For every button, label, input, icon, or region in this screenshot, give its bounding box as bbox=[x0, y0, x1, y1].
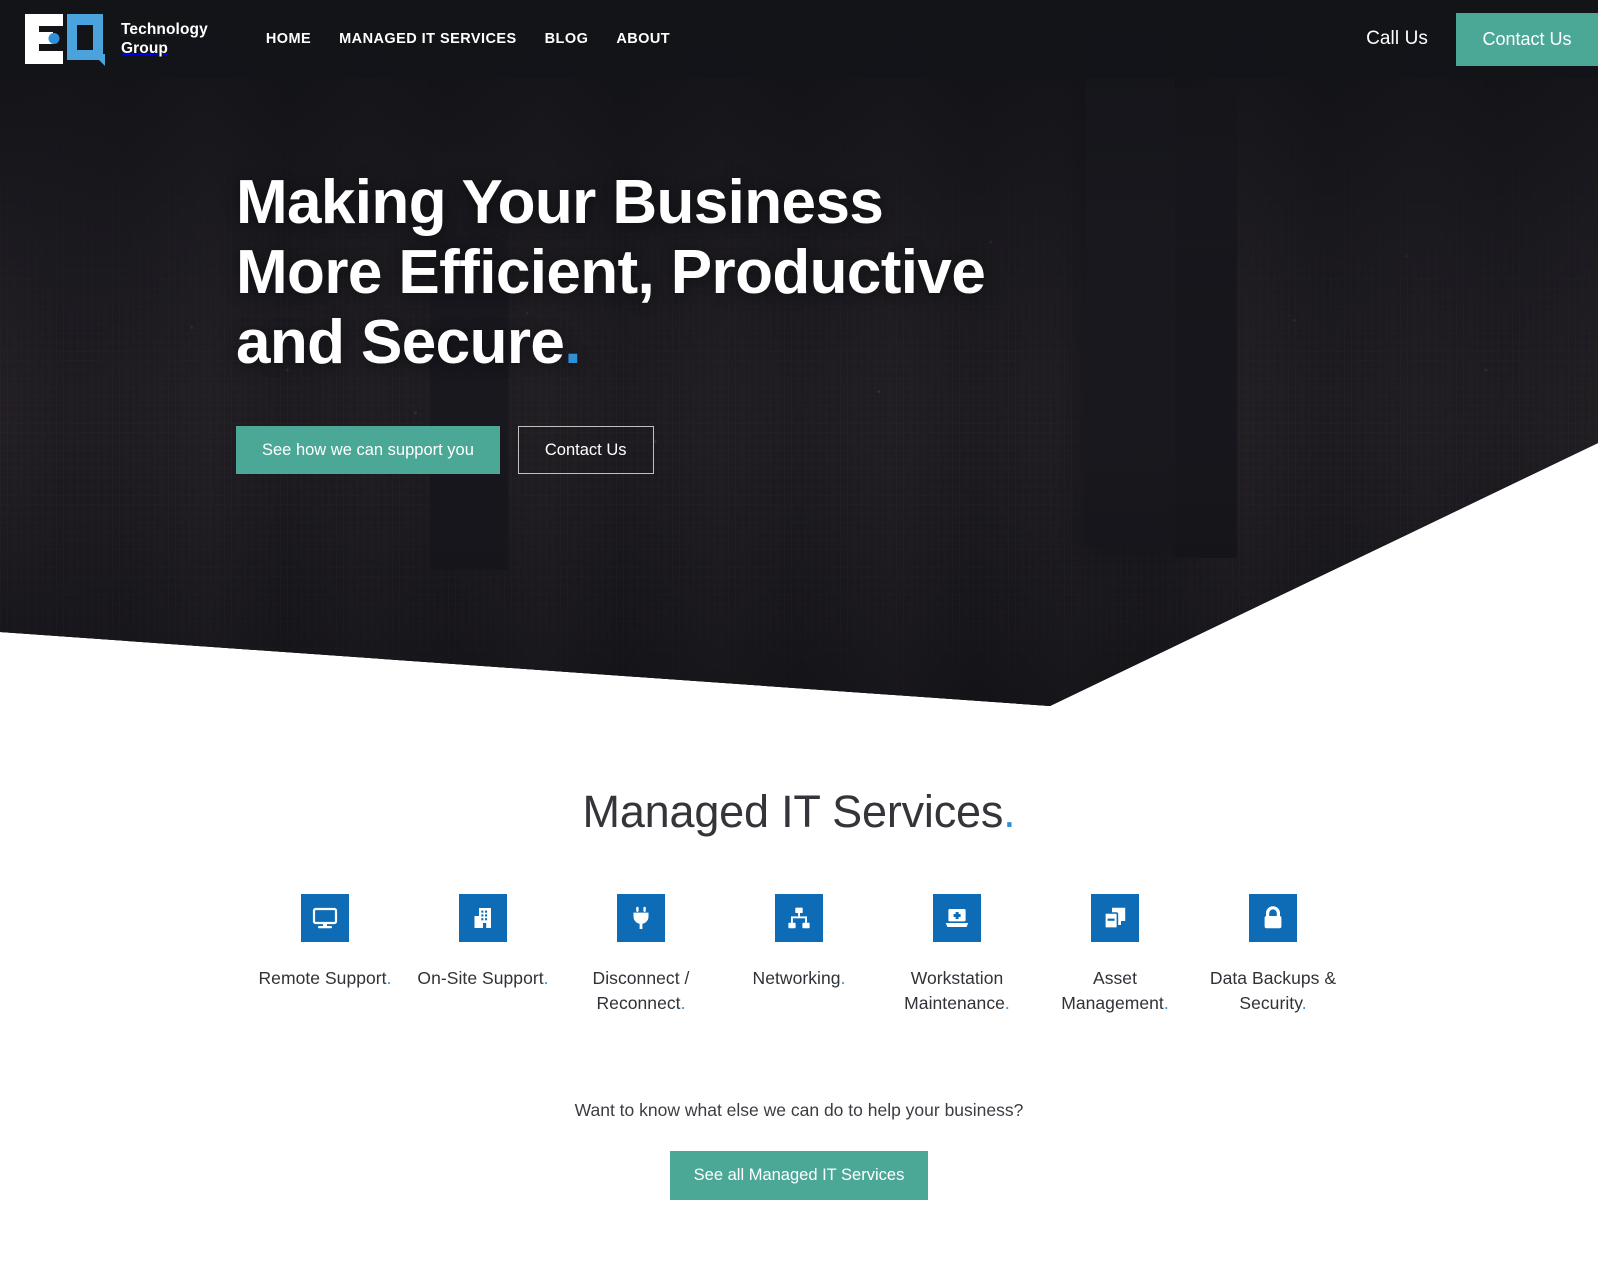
service-item-asset-management[interactable]: Asset Management. bbox=[1036, 894, 1194, 1016]
power-plug-icon bbox=[617, 894, 665, 942]
service-label-line2: Reconnect bbox=[596, 993, 681, 1013]
section-title-accent-dot: . bbox=[1003, 786, 1016, 837]
section-title: Managed IT Services. bbox=[0, 786, 1598, 838]
cta-question: Want to know what else we can do to help… bbox=[574, 1100, 1024, 1120]
service-label-line1: Disconnect / bbox=[592, 968, 690, 988]
service-label-line1: On-Site Support bbox=[417, 968, 544, 988]
copy-documents-icon bbox=[1091, 894, 1139, 942]
section-title-text: Managed IT Services bbox=[582, 786, 1004, 837]
service-label-dot: . bbox=[386, 968, 392, 988]
service-label-line1: Asset bbox=[1092, 968, 1137, 988]
service-label: Disconnect / Reconnect. bbox=[593, 966, 690, 1016]
service-label-line2: Security bbox=[1239, 993, 1302, 1013]
page-root: Technology Group HOME MANAGED IT SERVICE… bbox=[0, 0, 1598, 1261]
laptop-medical-icon bbox=[933, 894, 981, 942]
service-label: Workstation Maintenance. bbox=[904, 966, 1010, 1016]
nav-item-managed-it-services[interactable]: MANAGED IT SERVICES bbox=[339, 31, 516, 47]
hero-contact-us-button[interactable]: Contact Us bbox=[517, 426, 654, 474]
service-label-line2: Maintenance bbox=[904, 993, 1005, 1013]
hero-title-accent-dot: . bbox=[564, 308, 581, 377]
service-item-on-site-support[interactable]: On-Site Support. bbox=[404, 894, 562, 991]
hero-title-line2: More Efficient, Productive bbox=[236, 238, 986, 307]
nav-item-home[interactable]: HOME bbox=[266, 31, 311, 47]
brand-name-line1: Technology bbox=[121, 21, 208, 38]
eq-logo-icon bbox=[23, 10, 109, 68]
hero-title-line3: and Secure bbox=[236, 308, 565, 377]
desktop-monitor-icon bbox=[301, 894, 349, 942]
service-label-line1: Workstation bbox=[910, 968, 1004, 988]
service-label-dot: . bbox=[1301, 993, 1307, 1013]
office-building-icon bbox=[459, 894, 507, 942]
service-label-line1: Data Backups & bbox=[1209, 968, 1337, 988]
service-item-networking[interactable]: Networking. bbox=[720, 894, 878, 991]
nav-item-blog[interactable]: BLOG bbox=[545, 31, 589, 47]
hero-title-line1: Making Your Business bbox=[236, 168, 884, 237]
primary-nav: HOME MANAGED IT SERVICES BLOG ABOUT bbox=[266, 31, 670, 47]
brand-name-line2: Group bbox=[121, 40, 168, 57]
hero-content: Making Your Business More Efficient, Pro… bbox=[236, 168, 986, 474]
service-label: Networking. bbox=[753, 966, 846, 991]
header-contact-us-button[interactable]: Contact Us bbox=[1456, 12, 1598, 66]
services-grid: Remote Support. On-Site Support. Disconn… bbox=[0, 894, 1598, 1016]
nav-item-about[interactable]: ABOUT bbox=[616, 31, 670, 47]
site-header: Technology Group HOME MANAGED IT SERVICE… bbox=[0, 0, 1598, 78]
service-label: Remote Support. bbox=[258, 966, 391, 991]
service-label: On-Site Support. bbox=[417, 966, 548, 991]
service-label-line1: Remote Support bbox=[258, 968, 387, 988]
see-all-managed-it-services-button[interactable]: See all Managed IT Services bbox=[670, 1151, 928, 1200]
service-label-dot: . bbox=[1163, 993, 1169, 1013]
service-label-line2: Management bbox=[1061, 993, 1164, 1013]
service-label-line1: Networking bbox=[752, 968, 841, 988]
network-sitemap-icon bbox=[775, 894, 823, 942]
service-label: Asset Management. bbox=[1061, 966, 1169, 1016]
hero-buttons: See how we can support you Contact Us bbox=[236, 426, 985, 474]
service-label-dot: . bbox=[543, 968, 549, 988]
lock-icon bbox=[1249, 894, 1297, 942]
hero-title: Making Your Business More Efficient, Pro… bbox=[236, 168, 986, 378]
brand-name: Technology Group bbox=[121, 20, 208, 58]
service-label: Data Backups & Security. bbox=[1210, 966, 1336, 1016]
hero-support-button[interactable]: See how we can support you bbox=[236, 426, 500, 474]
service-label-dot: . bbox=[1004, 993, 1010, 1013]
service-item-remote-support[interactable]: Remote Support. bbox=[246, 894, 404, 991]
service-item-disconnect-reconnect[interactable]: Disconnect / Reconnect. bbox=[562, 894, 720, 1016]
call-us-link[interactable]: Call Us bbox=[1366, 28, 1428, 50]
service-label-dot: . bbox=[840, 968, 846, 988]
service-label-dot: . bbox=[680, 993, 686, 1013]
service-item-workstation-maintenance[interactable]: Workstation Maintenance. bbox=[878, 894, 1036, 1016]
cta-button-wrap: See all Managed IT Services bbox=[0, 1151, 1598, 1200]
logo-link[interactable]: Technology Group bbox=[23, 10, 208, 68]
header-actions: Call Us Contact Us bbox=[1366, 0, 1598, 78]
managed-it-services-section: Managed IT Services. Remote Support. On-… bbox=[0, 712, 1598, 1200]
service-item-data-backups-security[interactable]: Data Backups & Security. bbox=[1194, 894, 1352, 1016]
